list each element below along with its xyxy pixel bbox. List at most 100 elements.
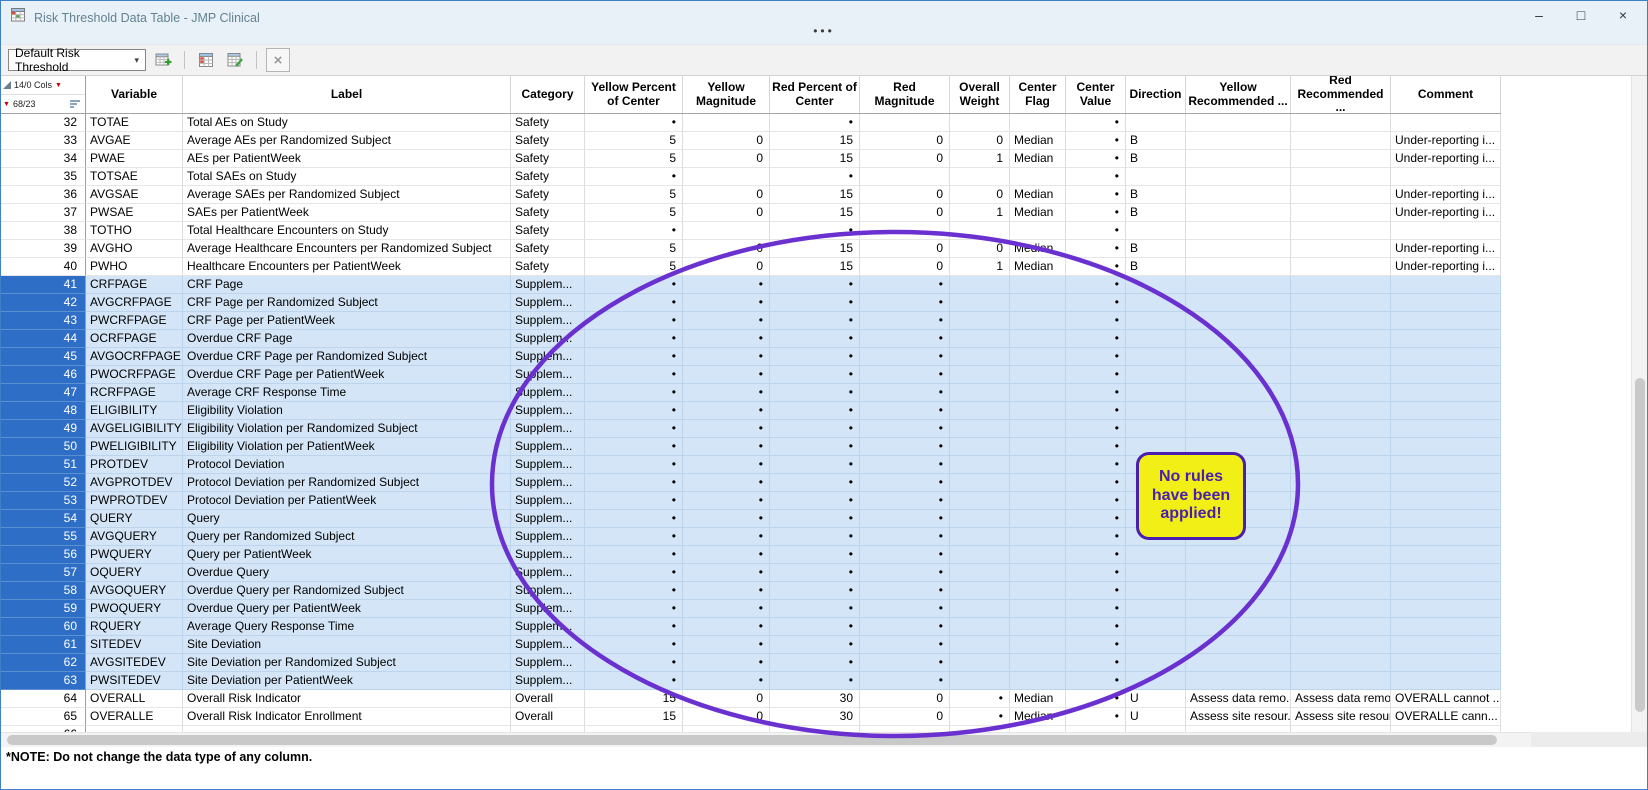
cell-variable[interactable]: PWCRFPAGE xyxy=(86,312,183,330)
cell-ymag[interactable]: • xyxy=(683,636,770,654)
cell-ypc[interactable]: • xyxy=(585,528,683,546)
cell-weight[interactable] xyxy=(950,474,1010,492)
cell-ymag[interactable]: • xyxy=(683,348,770,366)
cell-category[interactable]: Safety xyxy=(511,150,585,168)
cell-weight[interactable] xyxy=(950,510,1010,528)
cell-rpc[interactable]: • xyxy=(770,168,860,186)
cell-rrec[interactable] xyxy=(1291,294,1391,312)
cell-cval[interactable]: • xyxy=(1066,330,1126,348)
cell-rrec[interactable] xyxy=(1291,528,1391,546)
cell-category[interactable]: Supplem... xyxy=(511,402,585,420)
cell-category[interactable]: Supplem... xyxy=(511,456,585,474)
column-header-weight[interactable]: Overall Weight xyxy=(950,76,1010,113)
cell-category[interactable]: Supplem... xyxy=(511,474,585,492)
cell-variable[interactable]: AVGQUERY xyxy=(86,528,183,546)
cell-rmag[interactable]: • xyxy=(860,546,950,564)
cell-rrec[interactable] xyxy=(1291,114,1391,132)
cell-weight[interactable]: 0 xyxy=(950,240,1010,258)
cell-label[interactable]: Healthcare Encounters per PatientWeek xyxy=(183,258,511,276)
cell-dir[interactable]: U xyxy=(1126,708,1186,726)
cell-cval[interactable]: • xyxy=(1066,384,1126,402)
cell-label[interactable]: Average CRF Response Time xyxy=(183,384,511,402)
cell-dir[interactable] xyxy=(1126,546,1186,564)
row-number[interactable]: 48 xyxy=(0,402,86,420)
cell-label[interactable]: Query per Randomized Subject xyxy=(183,528,511,546)
cell-comment[interactable] xyxy=(1391,618,1501,636)
minimize-button[interactable]: – xyxy=(1518,0,1560,30)
cell-weight[interactable] xyxy=(950,348,1010,366)
cell-flag[interactable] xyxy=(1010,456,1066,474)
cell-ymag[interactable]: • xyxy=(683,564,770,582)
cell-category[interactable]: Supplem... xyxy=(511,654,585,672)
cell-variable[interactable]: SITEDEV xyxy=(86,636,183,654)
cell-weight[interactable] xyxy=(950,402,1010,420)
cell-comment[interactable]: Under-reporting i... xyxy=(1391,204,1501,222)
cell-rmag[interactable]: • xyxy=(860,294,950,312)
cell-dir[interactable] xyxy=(1126,420,1186,438)
cell-ymag[interactable]: 0 xyxy=(683,204,770,222)
cell-weight[interactable] xyxy=(950,492,1010,510)
cell-dir[interactable] xyxy=(1126,276,1186,294)
cell-label[interactable]: Overdue Query per Randomized Subject xyxy=(183,582,511,600)
table-row[interactable]: 32TOTAETotal AEs on StudySafety••• xyxy=(0,114,1501,132)
cell-variable[interactable]: OVERALL xyxy=(86,690,183,708)
cell-rmag[interactable]: • xyxy=(860,384,950,402)
cell-ymag[interactable]: • xyxy=(683,672,770,690)
cell-rpc[interactable]: • xyxy=(770,510,860,528)
cell-category[interactable]: Safety xyxy=(511,114,585,132)
cell-cval[interactable]: • xyxy=(1066,348,1126,366)
cell-cval[interactable]: • xyxy=(1066,600,1126,618)
cell-ymag[interactable]: 0 xyxy=(683,258,770,276)
table-row[interactable]: 47RCRFPAGEAverage CRF Response TimeSuppl… xyxy=(0,384,1501,402)
cell-ypc[interactable]: • xyxy=(585,276,683,294)
cell-category[interactable]: Supplem... xyxy=(511,366,585,384)
cell-rpc[interactable]: • xyxy=(770,456,860,474)
cell-yrec[interactable] xyxy=(1186,186,1291,204)
cell-category[interactable]: Supplem... xyxy=(511,420,585,438)
cell-flag[interactable] xyxy=(1010,222,1066,240)
cell-ypc[interactable]: • xyxy=(585,672,683,690)
cell-flag[interactable] xyxy=(1010,114,1066,132)
cell-category[interactable]: Safety xyxy=(511,258,585,276)
cell-flag[interactable]: Median xyxy=(1010,204,1066,222)
cell-comment[interactable] xyxy=(1391,654,1501,672)
cell-comment[interactable] xyxy=(1391,438,1501,456)
cell-flag[interactable] xyxy=(1010,618,1066,636)
cell-variable[interactable]: OCRFPAGE xyxy=(86,330,183,348)
cell-flag[interactable] xyxy=(1010,438,1066,456)
cell-ymag[interactable] xyxy=(683,168,770,186)
row-number[interactable]: 64 xyxy=(0,690,86,708)
cell-variable[interactable]: PWQUERY xyxy=(86,546,183,564)
cell-cval[interactable]: • xyxy=(1066,510,1126,528)
cell-rrec[interactable] xyxy=(1291,420,1391,438)
cell-flag[interactable] xyxy=(1010,510,1066,528)
cell-rmag[interactable]: • xyxy=(860,528,950,546)
cell-comment[interactable] xyxy=(1391,114,1501,132)
cell-comment[interactable] xyxy=(1391,276,1501,294)
cell-weight[interactable] xyxy=(950,168,1010,186)
cell-comment[interactable] xyxy=(1391,330,1501,348)
cell-rrec[interactable] xyxy=(1291,258,1391,276)
cell-rmag[interactable]: 0 xyxy=(860,240,950,258)
cell-rpc[interactable]: • xyxy=(770,492,860,510)
cell-rrec[interactable] xyxy=(1291,672,1391,690)
cell-rpc[interactable]: • xyxy=(770,312,860,330)
cell-comment[interactable] xyxy=(1391,600,1501,618)
row-number[interactable]: 36 xyxy=(0,186,86,204)
cell-yrec[interactable] xyxy=(1186,294,1291,312)
cell-flag[interactable] xyxy=(1010,312,1066,330)
table-row[interactable]: 62AVGSITEDEVSite Deviation per Randomize… xyxy=(0,654,1501,672)
cell-rpc[interactable]: 15 xyxy=(770,240,860,258)
cell-flag[interactable] xyxy=(1010,420,1066,438)
cell-dir[interactable] xyxy=(1126,402,1186,420)
cell-cval[interactable]: • xyxy=(1066,654,1126,672)
cell-comment[interactable] xyxy=(1391,168,1501,186)
save-risk-threshold-button[interactable] xyxy=(194,48,218,72)
table-row[interactable]: 42AVGCRFPAGECRF Page per Randomized Subj… xyxy=(0,294,1501,312)
cell-rpc[interactable]: • xyxy=(770,276,860,294)
cell-cval[interactable]: • xyxy=(1066,420,1126,438)
cell-cval[interactable]: • xyxy=(1066,546,1126,564)
cell-variable[interactable]: AVGELIGIBILITY xyxy=(86,420,183,438)
cell-rmag[interactable]: • xyxy=(860,492,950,510)
cell-category[interactable]: Safety xyxy=(511,222,585,240)
